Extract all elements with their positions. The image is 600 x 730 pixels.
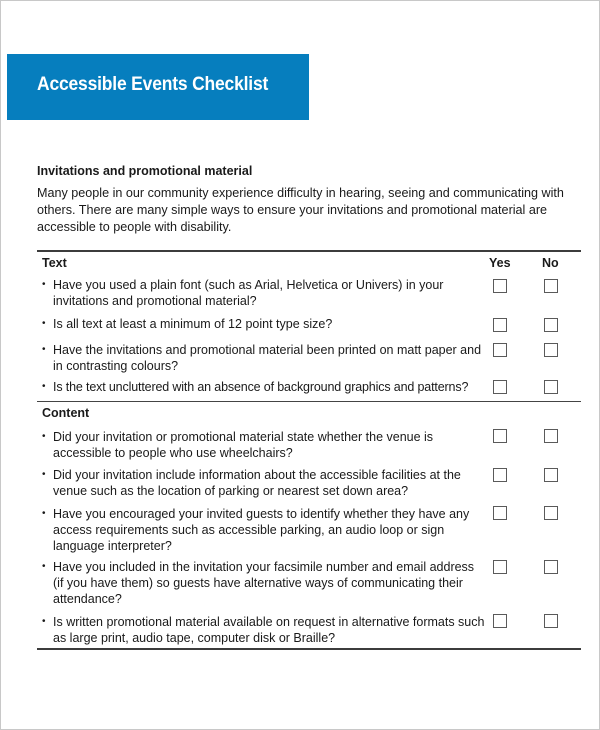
bullet-icon: • — [42, 344, 46, 355]
group-title-content: Content — [42, 406, 90, 420]
yes-checkbox[interactable] — [493, 506, 507, 520]
yes-checkbox[interactable] — [493, 614, 507, 628]
no-checkbox[interactable] — [544, 380, 558, 394]
group-title-text: Text — [42, 256, 67, 270]
checklist-item: • Have the invitations and promotional m… — [42, 342, 487, 374]
checklist-item: • Have you encouraged your invited guest… — [42, 506, 487, 554]
section-heading: Invitations and promotional material — [37, 164, 253, 178]
checklist-item-text: Is the text uncluttered with an absence … — [53, 380, 469, 394]
no-checkbox[interactable] — [544, 318, 558, 332]
checklist-item: • Is the text uncluttered with an absenc… — [42, 379, 492, 395]
yes-checkbox[interactable] — [493, 380, 507, 394]
yes-checkbox[interactable] — [493, 318, 507, 332]
column-header-yes: Yes — [489, 256, 511, 270]
checklist-item-text: Have you encouraged your invited guests … — [53, 507, 470, 553]
no-checkbox[interactable] — [544, 560, 558, 574]
no-checkbox[interactable] — [544, 429, 558, 443]
intro-paragraph: Many people in our community experience … — [37, 186, 564, 234]
checklist-item: • Is written promotional material availa… — [42, 614, 487, 646]
checklist-item-text: Have the invitations and promotional mat… — [53, 343, 482, 373]
table-bottom-rule — [37, 648, 581, 650]
bullet-icon: • — [42, 469, 46, 480]
checklist-item-text: Did your invitation or promotional mater… — [53, 430, 434, 460]
table-top-rule — [37, 250, 581, 252]
no-checkbox[interactable] — [544, 506, 558, 520]
checklist-item-text: Is written promotional material availabl… — [53, 615, 485, 645]
checklist-item: • Did your invitation include informatio… — [42, 467, 487, 499]
yes-checkbox[interactable] — [493, 429, 507, 443]
checklist-item-text: Is all text at least a minimum of 12 poi… — [53, 317, 333, 331]
checklist-item: • Is all text at least a minimum of 12 p… — [42, 316, 487, 332]
bullet-icon: • — [42, 318, 46, 329]
document-title: Accessible Events Checklist — [37, 74, 269, 95]
group-divider — [37, 401, 581, 402]
bullet-icon: • — [42, 508, 46, 519]
column-header-no: No — [542, 256, 559, 270]
checklist-item: • Did your invitation or promotional mat… — [42, 429, 487, 461]
checklist-item: • Have you used a plain font (such as Ar… — [42, 277, 487, 309]
yes-checkbox[interactable] — [493, 560, 507, 574]
yes-checkbox[interactable] — [493, 343, 507, 357]
no-checkbox[interactable] — [544, 614, 558, 628]
bullet-icon: • — [42, 616, 46, 627]
no-checkbox[interactable] — [544, 468, 558, 482]
yes-checkbox[interactable] — [493, 279, 507, 293]
checklist-item-text: Have you included in the invitation your… — [53, 560, 475, 606]
checklist-item: • Have you included in the invitation yo… — [42, 559, 487, 607]
bullet-icon: • — [42, 431, 46, 442]
bullet-icon: • — [42, 381, 46, 392]
no-checkbox[interactable] — [544, 343, 558, 357]
document-page: Accessible Events Checklist Invitations … — [0, 0, 600, 730]
yes-checkbox[interactable] — [493, 468, 507, 482]
bullet-icon: • — [42, 561, 46, 572]
checklist-item-text: Did your invitation include information … — [53, 468, 461, 498]
no-checkbox[interactable] — [544, 279, 558, 293]
checklist-item-text: Have you used a plain font (such as Aria… — [53, 278, 444, 308]
bullet-icon: • — [42, 279, 46, 290]
title-banner: Accessible Events Checklist — [7, 54, 309, 120]
